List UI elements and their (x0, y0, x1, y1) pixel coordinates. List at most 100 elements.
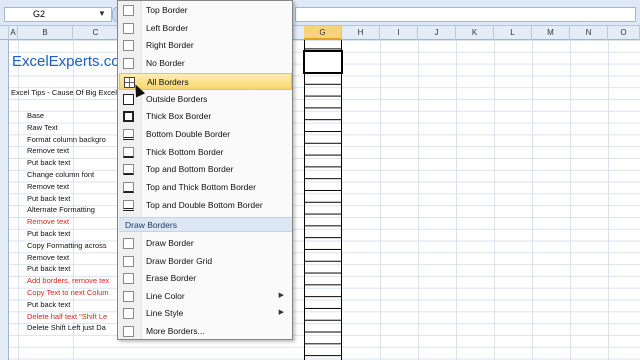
right-border-icon (123, 40, 134, 52)
gridline (418, 40, 419, 360)
list-item[interactable]: Raw Text (27, 123, 117, 133)
menu-item-bottom-double-border[interactable]: Bottom Double Border (119, 126, 292, 143)
no-border-icon (123, 58, 134, 70)
menu-item-label: Bottom Double Border (146, 128, 231, 139)
excel-window: G2 ▼ A B C G H I J K L M N O ExcelExpert… (0, 0, 640, 360)
menu-item-label: Left Border (146, 22, 189, 33)
select-all-corner[interactable] (0, 26, 9, 40)
menu-item-thick-box-border[interactable]: Thick Box Border (119, 108, 292, 125)
column-header-n[interactable]: N (570, 26, 608, 40)
gridline (570, 40, 571, 360)
menu-item-label: Draw Border (146, 238, 194, 248)
menu-item-label: Thick Bottom Border (146, 146, 224, 157)
menu-item-label: Erase Border (146, 273, 197, 283)
sheet-title: ExcelExperts.co (12, 53, 120, 70)
submenu-arrow-icon: ▶ (278, 291, 284, 299)
bottom-double-border-icon (123, 128, 134, 140)
thick-box-border-icon (123, 111, 134, 123)
line-style-icon (123, 308, 134, 319)
column-header-h[interactable]: H (342, 26, 380, 40)
menu-item-label: Outside Borders (146, 93, 208, 104)
column-header-i[interactable]: I (380, 26, 418, 40)
list-item[interactable]: Delete half text "Shift Le (27, 312, 117, 322)
menu-item-draw-border[interactable]: Draw Border (119, 235, 292, 252)
top-thick-bottom-border-icon (123, 182, 134, 193)
active-cell-g2[interactable] (303, 50, 343, 74)
column-header-g[interactable]: G (304, 26, 342, 40)
menu-item-all-borders[interactable]: All Borders (119, 72, 292, 90)
column-header-a[interactable]: A (9, 26, 18, 40)
draw-border-grid-icon (123, 255, 134, 267)
submenu-arrow-icon: ▶ (278, 309, 284, 316)
menu-item-label: More Borders... (146, 325, 205, 336)
column-header-row: A B C G H I J K L M N O (0, 26, 640, 40)
top-double-bottom-border-icon (123, 199, 134, 211)
list-item[interactable]: Format column backgro (27, 135, 117, 145)
menu-item-label: Top and Bottom Border (146, 164, 234, 175)
list-item[interactable]: Put back text (27, 229, 117, 239)
menu-item-label: Line Style (146, 308, 184, 318)
column-header-k[interactable]: K (456, 26, 494, 40)
column-header-c[interactable]: C (73, 26, 119, 40)
gridline (456, 40, 457, 360)
gridline (494, 40, 495, 360)
menu-item-left-border[interactable]: Left Border (119, 20, 292, 37)
line-color-icon (123, 290, 134, 302)
column-header-m[interactable]: M (532, 26, 570, 40)
bordered-column-g[interactable] (304, 40, 342, 360)
menu-item-more-borders[interactable]: More Borders... (119, 323, 292, 340)
menu-item-label: No Border (146, 58, 185, 69)
list-item[interactable]: Change column font (27, 170, 117, 180)
list-item[interactable]: Put back text (27, 194, 117, 204)
column-header-l[interactable]: L (494, 26, 532, 40)
menu-item-label: Right Border (146, 40, 194, 51)
formula-bar: G2 ▼ (0, 0, 640, 26)
list-item[interactable]: Base (27, 111, 117, 121)
list-item[interactable]: Remove text (27, 253, 117, 263)
name-box-dropdown-icon[interactable]: ▼ (98, 9, 106, 18)
menu-item-line-style[interactable]: Line Style ▶ (119, 305, 292, 322)
more-borders-icon (123, 325, 134, 337)
gridline (608, 40, 609, 360)
list-item[interactable]: Copy Formatting across (27, 241, 117, 251)
list-item[interactable]: Remove text (27, 182, 117, 192)
list-item[interactable]: Copy Text to next Colum (27, 288, 117, 298)
row-header-column[interactable] (0, 40, 9, 360)
sheet-subtitle: Excel Tips - Cause Of Big Excel (11, 88, 117, 97)
eraser-icon (123, 273, 134, 284)
menu-item-label: All Borders (147, 76, 189, 87)
menu-item-label: Top Border (146, 5, 188, 15)
menu-item-thick-bottom-border[interactable]: Thick Bottom Border (119, 144, 292, 161)
outside-borders-icon (123, 93, 134, 105)
menu-item-no-border[interactable]: No Border (119, 55, 292, 72)
column-header-b[interactable]: B (18, 26, 73, 40)
list-item[interactable]: Put back text (27, 300, 117, 310)
menu-item-top-bottom-border[interactable]: Top and Bottom Border (119, 161, 292, 178)
menu-item-line-color[interactable]: Line Color ▶ (119, 288, 292, 305)
list-item[interactable]: Delete Shift Left just Da (27, 323, 117, 333)
menu-item-right-border[interactable]: Right Border (119, 37, 292, 54)
menu-item-label: Line Color (146, 290, 185, 301)
list-item[interactable]: Add borders, remove tex (27, 276, 117, 286)
column-header-o[interactable]: O (608, 26, 640, 40)
list-item[interactable]: Put back text (27, 158, 117, 168)
thick-bottom-border-icon (123, 146, 134, 158)
gridline (380, 40, 381, 360)
menu-item-eraser[interactable]: Erase Border (119, 270, 292, 287)
list-item[interactable]: Remove text (27, 146, 117, 156)
menu-item-label: Top and Double Bottom Border (146, 199, 263, 210)
top-bottom-border-icon (123, 164, 134, 176)
name-box[interactable]: G2 (4, 7, 112, 22)
list-item[interactable]: Remove text (27, 217, 117, 227)
menu-item-top-border[interactable]: Top Border (119, 2, 292, 19)
list-item[interactable]: Put back text (27, 264, 117, 274)
menu-item-draw-border-grid[interactable]: Draw Border Grid (119, 253, 292, 270)
menu-item-top-double-bottom-border[interactable]: Top and Double Bottom Border (119, 197, 292, 214)
section-label: Draw Borders (125, 220, 177, 230)
menu-item-label: Top and Thick Bottom Border (146, 182, 256, 192)
menu-item-top-thick-bottom-border[interactable]: Top and Thick Bottom Border (119, 179, 292, 196)
list-item[interactable]: Alternate Formatting (27, 205, 117, 215)
top-border-icon (123, 5, 134, 16)
column-header-j[interactable]: J (418, 26, 456, 40)
formula-input[interactable] (295, 7, 636, 22)
